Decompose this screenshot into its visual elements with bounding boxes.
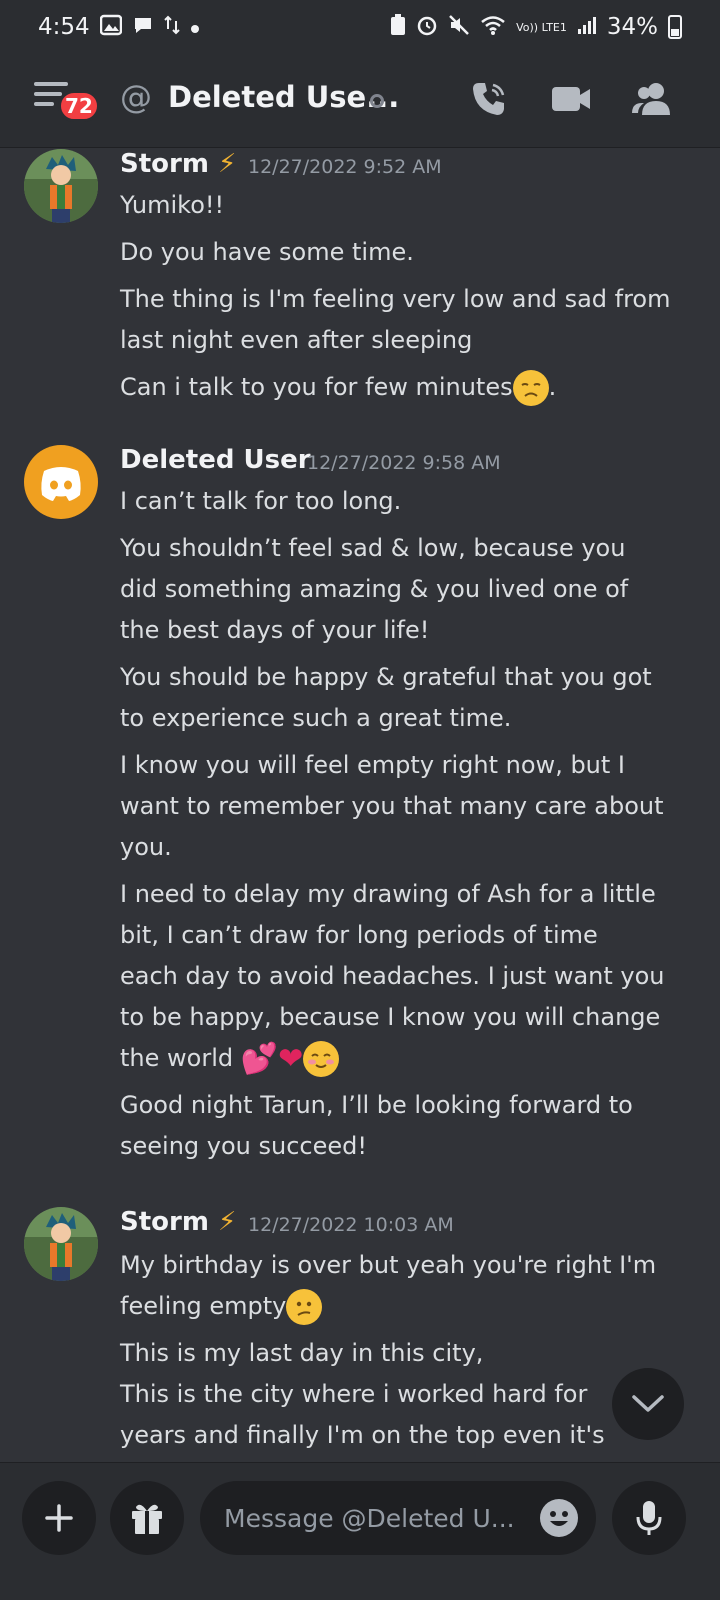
- message-line: the world 💕❤: [120, 1038, 700, 1080]
- status-bar: 4:54 Vo)) LTE1 34%: [0, 0, 720, 54]
- message-line: feeling empty: [120, 1286, 700, 1327]
- message-input-container: [200, 1481, 596, 1555]
- message-line: want to remember you that many care abou…: [120, 792, 664, 820]
- message-line: last night even after sleeping: [120, 326, 473, 354]
- notification-dot-icon: [190, 15, 200, 39]
- message-input[interactable]: [224, 1503, 524, 1533]
- message-line: Can i talk to you for few minutes.: [120, 367, 700, 408]
- message-line: Yumiko!!: [120, 191, 225, 219]
- emoji-icon: [550, 1511, 568, 1526]
- data-transfer-icon: [163, 15, 180, 40]
- message-line: I can’t talk for too long.: [120, 487, 402, 515]
- battery-percent: 34%: [606, 14, 658, 40]
- avatar[interactable]: [24, 1207, 98, 1281]
- members-button[interactable]: [628, 76, 674, 122]
- at-icon: @: [120, 78, 152, 116]
- message-username[interactable]: Storm ⚡: [120, 1207, 236, 1237]
- confused-face-emoji-icon: [286, 1289, 323, 1325]
- signal-icon: [577, 15, 597, 40]
- message-line: Good night Tarun, I’ll be looking forwar…: [120, 1091, 633, 1119]
- period-text: .: [548, 373, 557, 401]
- plus-icon: [45, 1504, 73, 1532]
- video-camera-icon: [552, 87, 590, 111]
- smiling-face-emoji-icon: [303, 1041, 340, 1077]
- message-line: did something amazing & you lived one of: [120, 575, 629, 603]
- add-attachment-button[interactable]: [22, 1481, 96, 1555]
- message-username[interactable]: Storm ⚡: [120, 149, 236, 179]
- voice-message-button[interactable]: [612, 1481, 686, 1555]
- message-line-text: the world: [120, 1044, 234, 1072]
- anime-character-avatar-icon: [24, 149, 98, 223]
- message-timestamp: 12/27/2022 9:52 AM: [248, 156, 442, 178]
- message-line: I need to delay my drawing of Ash for a …: [120, 880, 656, 908]
- mute-icon: [448, 14, 470, 41]
- battery-saver-icon: [390, 13, 406, 41]
- discord-logo-icon: [41, 467, 81, 501]
- message-line: My birthday is over but yeah you're righ…: [120, 1251, 657, 1279]
- message-line: the best days of your life!: [120, 616, 430, 644]
- channel-header: 72 @ Deleted Use...: [0, 54, 720, 148]
- message-line: You should be happy & grateful that you …: [120, 663, 652, 691]
- gallery-icon: [99, 14, 122, 41]
- unread-badge: 72: [58, 90, 100, 122]
- lightning-bolt-icon: ⚡: [218, 149, 237, 179]
- message-line: Do you have some time.: [120, 238, 414, 266]
- voice-call-button[interactable]: [466, 76, 512, 122]
- microphone-icon: [636, 1501, 662, 1535]
- video-call-button[interactable]: [548, 76, 594, 122]
- alarm-icon: [416, 14, 438, 41]
- avatar[interactable]: [24, 445, 98, 519]
- scroll-to-bottom-button[interactable]: [612, 1368, 684, 1440]
- message-line: seeing you succeed!: [120, 1132, 367, 1160]
- message-line: You shouldn’t feel sad & low, because yo…: [120, 534, 626, 562]
- message-composer: [0, 1462, 720, 1600]
- anime-character-avatar-icon: [24, 1207, 98, 1281]
- offline-status-icon: [370, 94, 384, 108]
- network-label: Vo)) LTE1: [516, 20, 567, 34]
- message-line-text: feeling empty: [120, 1292, 287, 1320]
- battery-icon: [668, 15, 682, 39]
- page-title[interactable]: Deleted Use...: [168, 80, 399, 114]
- status-time: 4:54: [38, 14, 90, 40]
- username-text: Storm: [120, 1207, 209, 1237]
- chevron-down-icon: [632, 1395, 664, 1412]
- two-hearts-emoji-icon: 💕: [240, 1041, 279, 1077]
- disappointed-face-emoji-icon: [512, 370, 549, 406]
- lightning-bolt-icon: ⚡: [218, 1207, 237, 1237]
- message-line: I know you will feel empty right now, bu…: [120, 751, 626, 779]
- message-line: to experience such a great time.: [120, 704, 512, 732]
- gift-icon: [132, 1504, 162, 1534]
- message-line: years and finally I'm on the top even it…: [120, 1421, 605, 1449]
- message-line: to be happy, because I know you will cha…: [120, 1003, 661, 1031]
- message-line: each day to avoid headaches. I just want…: [120, 962, 665, 990]
- message-line-text: Can i talk to you for few minutes: [120, 373, 513, 401]
- message-timestamp: 12/27/2022 9:58 AM: [307, 452, 501, 474]
- message-timestamp: 12/27/2022 10:03 AM: [248, 1214, 454, 1236]
- emoji-picker-button[interactable]: [540, 1499, 578, 1537]
- message-list[interactable]: Storm ⚡ 12/27/2022 9:52 AM Yumiko!! Do y…: [0, 149, 720, 1461]
- chat-bubble-icon: [132, 14, 154, 41]
- username-text: Storm: [120, 149, 209, 179]
- message-line: The thing is I'm feeling very low and sa…: [120, 285, 671, 313]
- message-line: bit, I can’t draw for long periods of ti…: [120, 921, 598, 949]
- red-heart-emoji-icon: ❤: [278, 1041, 304, 1077]
- avatar[interactable]: [24, 149, 98, 223]
- wifi-icon: [480, 14, 506, 41]
- members-icon: [632, 83, 670, 115]
- gift-button[interactable]: [110, 1481, 184, 1555]
- message-line: This is my last day in this city,: [120, 1339, 484, 1367]
- message-username[interactable]: Deleted User: [120, 445, 311, 475]
- phone-icon: [473, 83, 505, 115]
- message-line: you.: [120, 833, 172, 861]
